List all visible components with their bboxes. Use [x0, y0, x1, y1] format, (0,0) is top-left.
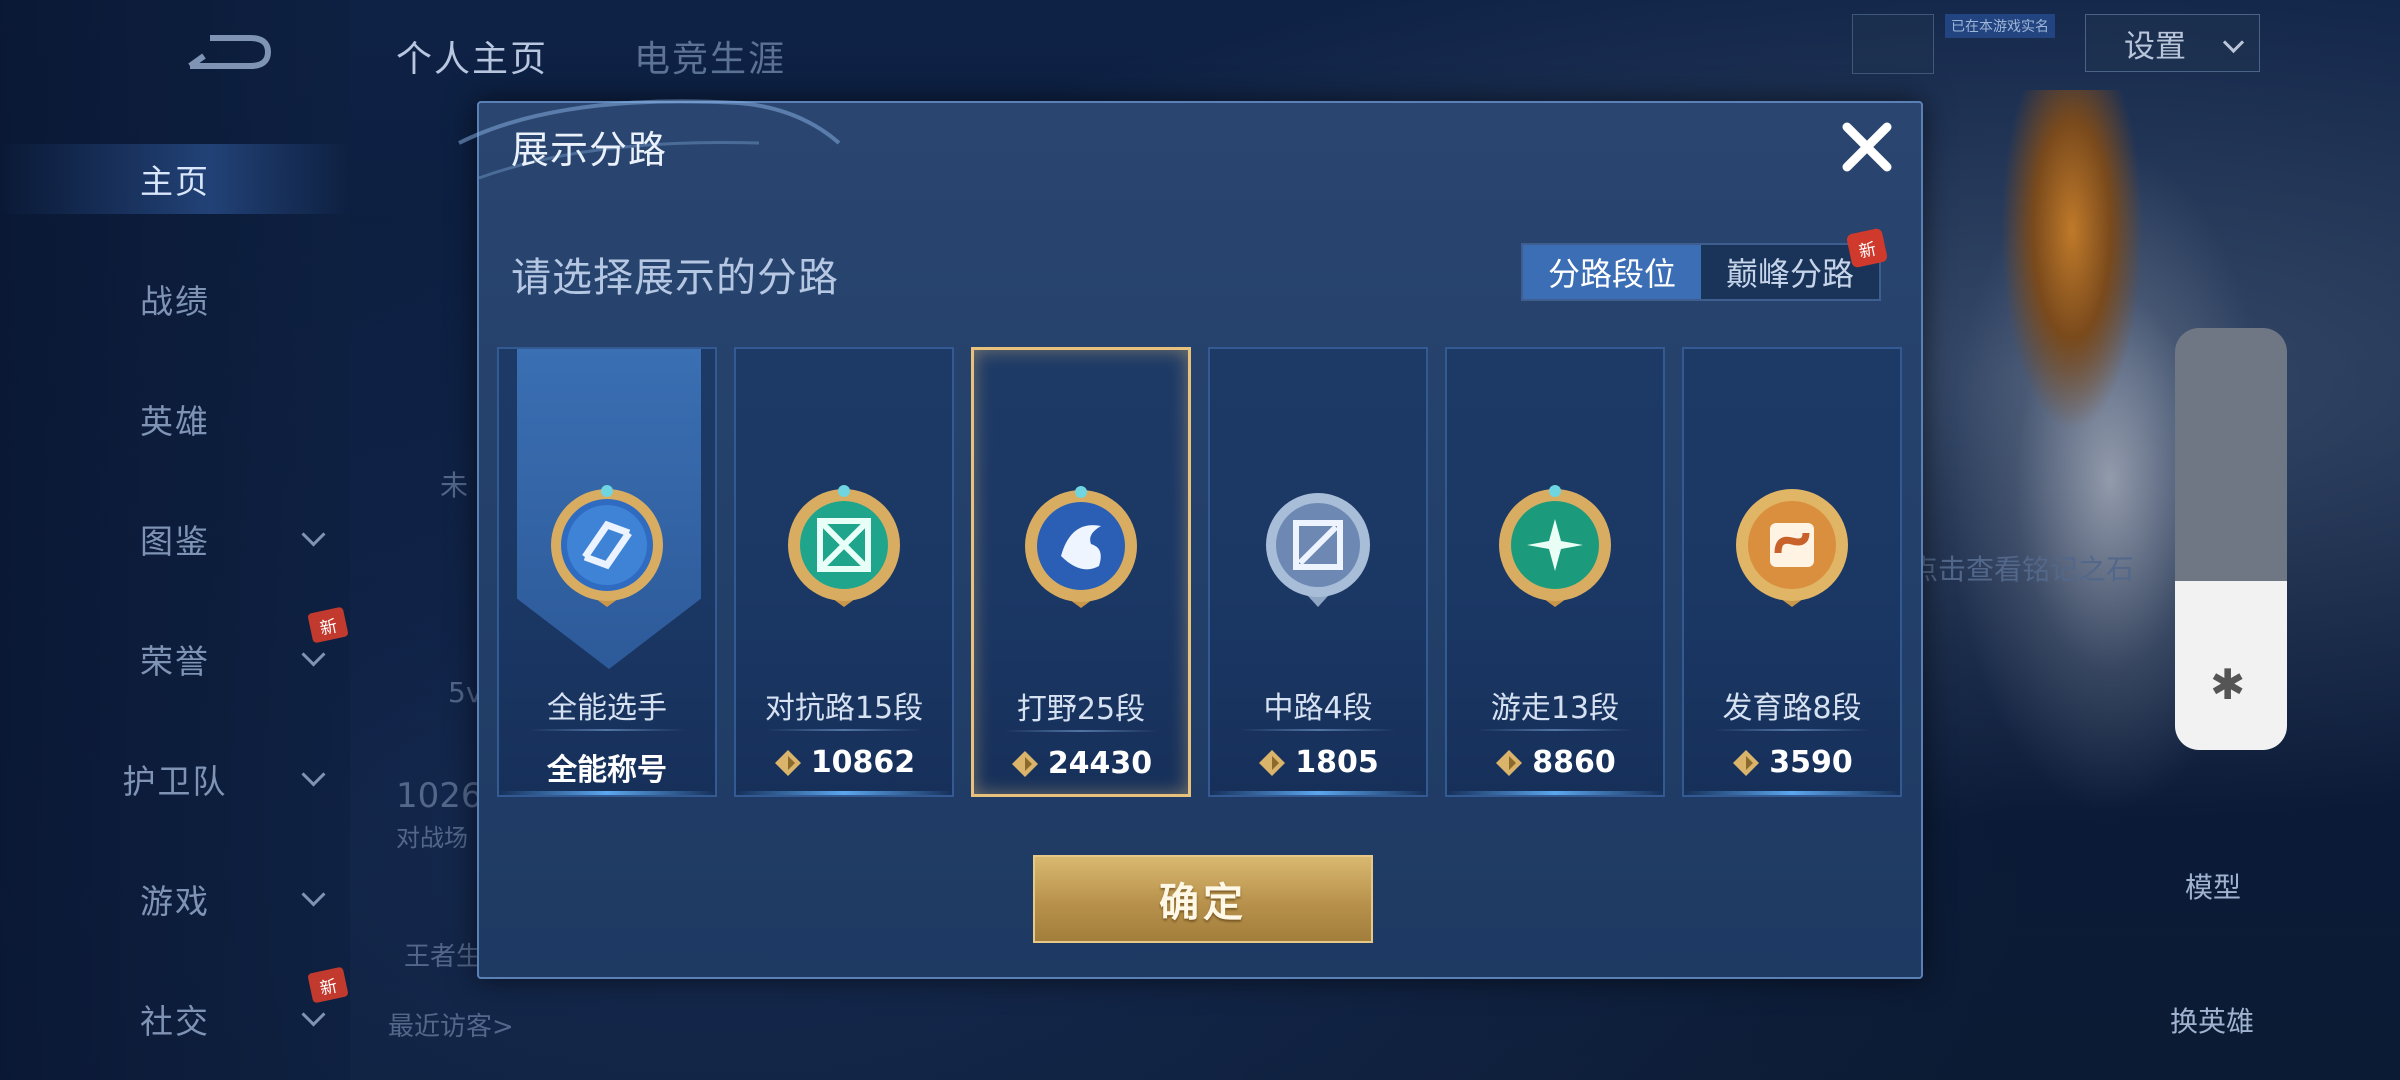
settings-label: 设置 — [2124, 28, 2186, 65]
rank-point-icon — [1259, 749, 1286, 776]
lane-score: 10862 — [736, 745, 952, 780]
lane-name: 发育路8段 — [1722, 691, 1862, 726]
card-divider — [1240, 729, 1396, 731]
rank-point-icon — [1496, 749, 1523, 776]
bg-text: 1026 — [396, 776, 483, 816]
bluetooth-icon: ✱ — [2210, 660, 2246, 709]
nav-item-label: 护卫队 — [122, 762, 228, 801]
nav-item-label: 社交 — [140, 1002, 210, 1041]
lane-name: 对抗路15段 — [764, 691, 924, 726]
lane-name: 中路4段 — [1263, 691, 1373, 726]
realname-tag: 已在本游戏实名 — [1945, 14, 2055, 38]
rank-point-icon — [1011, 750, 1038, 777]
score-value: 全能称号 — [547, 753, 667, 788]
nav-item-guard-team[interactable]: 护卫队 — [0, 744, 350, 814]
lane-card-roam[interactable]: 游走13段 8860 — [1445, 347, 1665, 797]
card-divider — [1714, 729, 1870, 731]
lane-mode-toggle: 分路段位 巅峰分路 新 — [1521, 227, 1889, 301]
bell-icon[interactable] — [1852, 14, 1934, 74]
nav-item-heroes[interactable]: 英雄 — [0, 384, 350, 454]
model-button[interactable]: 模型 — [2185, 866, 2241, 906]
card-divider — [1004, 730, 1158, 732]
tab-label: 分路段位 — [1547, 255, 1676, 293]
nav-item-label: 图鉴 — [140, 522, 210, 561]
lane-display-dialog: 展示分路 请选择展示的分路 分路段位 巅峰分路 新 全能选手 全能称号 对抗路1… — [458, 99, 1923, 979]
confirm-button[interactable]: 确定 — [1033, 855, 1373, 943]
lane-score: 3590 — [1684, 745, 1900, 780]
tab-lane-rank[interactable]: 分路段位 — [1523, 245, 1701, 299]
lane-card-clash[interactable]: 对抗路15段 10862 — [734, 347, 954, 797]
lane-name: 游走13段 — [1490, 691, 1620, 726]
left-nav: 主页 战绩 英雄 图鉴 荣誉 新 护卫队 游戏 社交 新 — [0, 0, 350, 1080]
bg-text: 对战场 — [396, 824, 468, 852]
score-value: 1805 — [1295, 745, 1379, 780]
lane-card-farm[interactable]: 发育路8段 3590 — [1682, 347, 1902, 797]
clash-lane-emblem-icon — [788, 485, 900, 607]
lane-card-all-round[interactable]: 全能选手 全能称号 — [497, 347, 717, 797]
tab-peak-lane[interactable]: 巅峰分路 新 — [1701, 227, 1889, 299]
nav-item-social[interactable]: 社交 — [0, 984, 350, 1054]
card-glow — [499, 791, 715, 795]
close-icon[interactable] — [1835, 115, 1899, 179]
nav-item-records[interactable]: 战绩 — [0, 264, 350, 334]
card-glow — [1210, 791, 1426, 795]
lane-score: 8860 — [1447, 745, 1663, 780]
chevron-down-icon — [301, 762, 326, 787]
nav-item-codex[interactable]: 图鉴 — [0, 504, 350, 574]
chevron-down-icon — [301, 522, 326, 547]
nav-item-games[interactable]: 游戏 — [0, 864, 350, 934]
bg-text: 王者生 — [404, 942, 483, 972]
nav-item-label: 英雄 — [140, 402, 210, 441]
tab-label: 巅峰分路 — [1725, 255, 1854, 293]
card-glow — [736, 791, 952, 795]
nav-item-honor[interactable]: 荣誉 — [0, 624, 350, 694]
score-value: 8860 — [1532, 745, 1616, 780]
card-divider — [529, 729, 685, 731]
recent-visitors[interactable]: 最近访客> — [388, 1006, 514, 1043]
chevron-down-icon — [2222, 31, 2245, 54]
lane-name: 打野25段 — [1016, 692, 1146, 727]
chevron-down-icon — [301, 642, 326, 667]
back-arrow-icon[interactable] — [180, 30, 275, 78]
nav-item-label: 游戏 — [140, 882, 210, 921]
chevron-down-icon — [301, 882, 326, 907]
switch-hero-button[interactable]: 换英雄 — [2170, 1000, 2254, 1040]
lane-card-mid[interactable]: 中路4段 1805 — [1208, 347, 1428, 797]
stone-hint[interactable]: 点击查看铭记之石 — [1910, 548, 2134, 588]
lane-cards: 全能选手 全能称号 对抗路15段 10862 打野25段 24430 中路4段 … — [497, 347, 1902, 797]
chevron-down-icon — [301, 1002, 326, 1027]
score-value: 3590 — [1769, 745, 1853, 780]
card-glow — [1684, 791, 1900, 795]
lane-name: 全能选手 — [547, 691, 667, 726]
settings-button[interactable]: 设置 — [2085, 14, 2260, 72]
score-value: 10862 — [810, 745, 916, 780]
farm-lane-emblem-icon — [1736, 489, 1848, 607]
lane-score: 全能称号 — [499, 745, 715, 789]
nav-item-label: 主页 — [140, 162, 210, 201]
mid-lane-emblem-icon — [1266, 493, 1370, 607]
nav-item-label: 战绩 — [140, 282, 210, 321]
rank-point-icon — [774, 749, 801, 776]
nav-item-home[interactable]: 主页 — [0, 144, 350, 214]
tab-esports-career[interactable]: 电竞生涯 — [634, 30, 786, 82]
score-value: 24430 — [1047, 746, 1153, 781]
jungle-emblem-icon — [1025, 486, 1137, 608]
nav-item-label: 荣誉 — [140, 642, 210, 681]
lane-score: 24430 — [974, 746, 1188, 781]
tab-profile[interactable]: 个人主页 — [396, 30, 548, 82]
roam-emblem-icon — [1499, 485, 1611, 607]
dialog-title: 展示分路 — [511, 128, 668, 172]
card-glow — [1447, 791, 1663, 795]
new-badge: 新 — [1845, 227, 1889, 269]
bg-text: 未 — [440, 469, 469, 502]
all-round-emblem-icon — [551, 485, 663, 607]
lane-score: 1805 — [1210, 745, 1426, 780]
rank-point-icon — [1733, 749, 1760, 776]
card-divider — [1477, 729, 1633, 731]
dialog-subtitle: 请选择展示的分路 — [511, 255, 839, 301]
card-divider — [766, 729, 922, 731]
lane-card-jungle[interactable]: 打野25段 24430 — [971, 347, 1191, 797]
